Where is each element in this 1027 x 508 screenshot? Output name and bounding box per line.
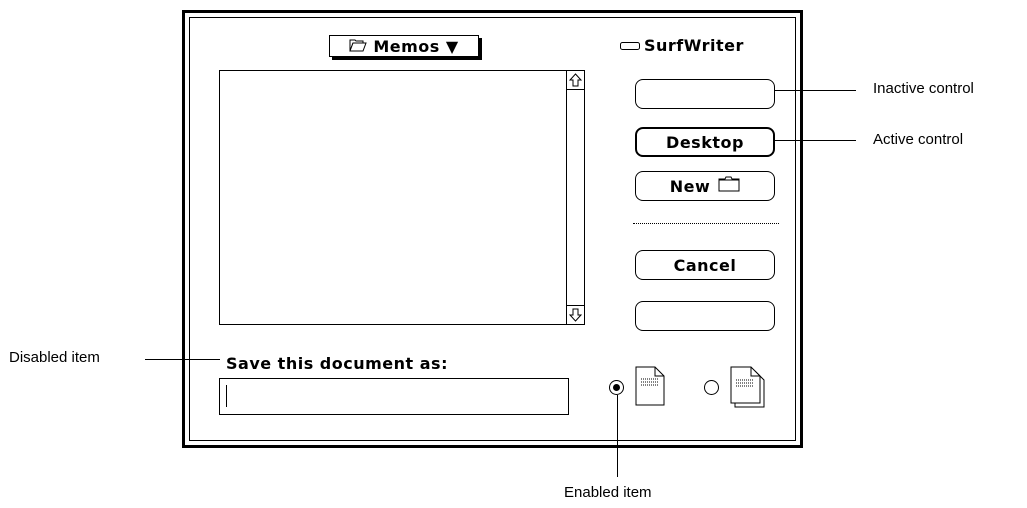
disk-icon	[620, 36, 640, 55]
button-separator	[633, 223, 779, 224]
chevron-down-icon: ▼	[445, 36, 459, 56]
scroll-up-arrow-icon[interactable]	[567, 71, 584, 90]
save-prompt-label: Save this document as:	[226, 354, 448, 373]
drive-label: SurfWriter	[644, 36, 744, 55]
cancel-button[interactable]: Cancel	[635, 250, 775, 280]
scroll-down-arrow-icon[interactable]	[567, 305, 584, 324]
inactive-callout-line	[774, 90, 856, 91]
blank-button[interactable]	[635, 301, 775, 331]
desktop-button-label: Desktop	[666, 132, 744, 152]
open-folder-icon	[349, 37, 368, 56]
new-folder-button[interactable]: New	[635, 171, 775, 201]
folder-popup-label: Memos	[373, 36, 440, 56]
stationery-radio[interactable]	[704, 380, 719, 395]
enabled-callout-line	[617, 395, 618, 477]
inactive-button[interactable]	[635, 79, 775, 109]
stationery-icon[interactable]	[730, 366, 766, 412]
text-caret	[226, 385, 227, 407]
folder-icon	[718, 176, 740, 196]
active-callout-line	[774, 140, 856, 141]
drive-indicator[interactable]: SurfWriter	[620, 36, 744, 55]
enabled-item-callout: Enabled item	[564, 484, 652, 501]
vertical-scrollbar[interactable]	[566, 70, 585, 325]
cancel-button-label: Cancel	[673, 255, 737, 275]
desktop-button[interactable]: Desktop	[635, 127, 775, 157]
active-control-callout: Active control	[873, 131, 964, 148]
disabled-item-callout: Disabled item	[9, 349, 100, 366]
radio-selected-dot	[613, 384, 620, 391]
document-icon[interactable]	[635, 366, 665, 410]
inactive-control-callout: Inactive control	[873, 80, 974, 97]
folder-popup-menu[interactable]: Memos ▼	[329, 35, 479, 57]
new-button-label: New	[669, 176, 711, 196]
file-list[interactable]	[219, 70, 567, 325]
filename-input[interactable]	[219, 378, 569, 415]
document-radio[interactable]	[609, 380, 624, 395]
disabled-callout-line	[145, 359, 220, 360]
